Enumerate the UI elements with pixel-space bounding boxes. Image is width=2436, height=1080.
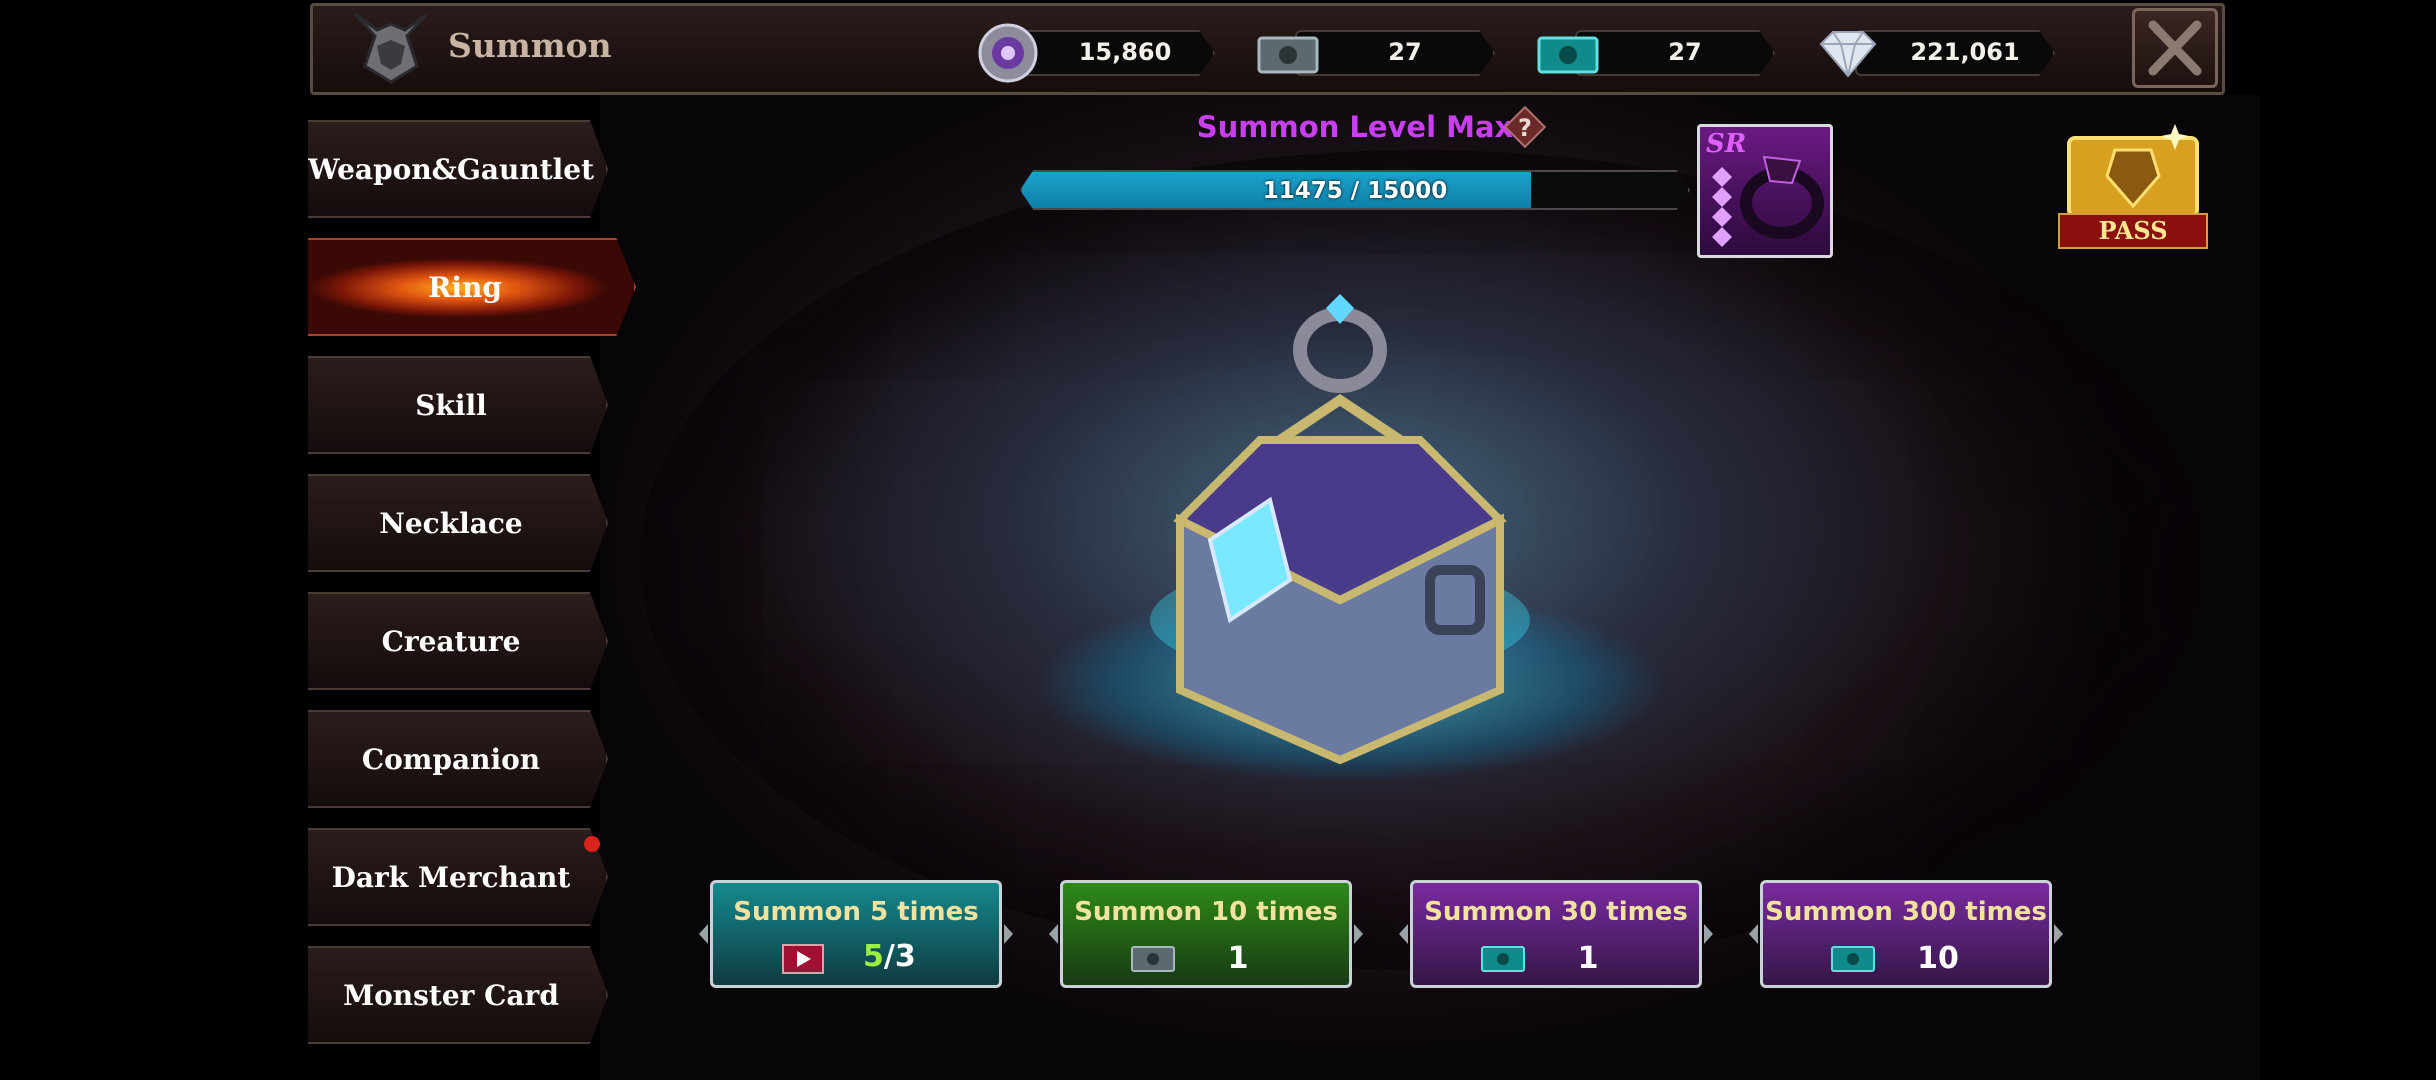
teal-ticket-icon	[1481, 946, 1525, 972]
summon-label: Summon 300 times	[1765, 897, 2047, 927]
summon-cost: 5/3	[713, 939, 999, 979]
ring-chest-icon	[1150, 294, 1530, 765]
sidebar-item-dark-merchant[interactable]: Dark Merchant	[308, 828, 608, 926]
sidebar-item-label: Creature	[381, 624, 521, 658]
summon-5-button[interactable]: Summon 5 times 5/3	[710, 880, 1002, 988]
sidebar-item-ring[interactable]: Ring	[308, 238, 636, 336]
summon-level-progress-bar: 11475 / 15000	[1020, 170, 1690, 210]
horned-helmet-icon	[353, 12, 429, 84]
sr-reward-preview[interactable]: SR	[1697, 124, 1833, 258]
sidebar-item-label: Skill	[415, 388, 487, 422]
sidebar-item-label: Companion	[361, 742, 541, 776]
summon-cost: 10	[1763, 939, 2049, 979]
summon-screen: Summon 15,860 27 27 221,061 Weapon&Gaunt…	[0, 0, 2436, 1080]
close-button[interactable]	[2132, 8, 2218, 88]
sidebar-item-label: Ring	[428, 270, 502, 304]
summon-cost-value: 1	[1227, 941, 1249, 976]
summon-label: Summon 5 times	[733, 897, 979, 927]
notification-dot	[584, 836, 600, 852]
sidebar-item-label: Dark Merchant	[331, 860, 571, 894]
pass-label: PASS	[2058, 213, 2208, 249]
sidebar-item-monster-card[interactable]: Monster Card	[308, 946, 608, 1044]
resource-value: 27	[1388, 38, 1422, 66]
summon-30-button[interactable]: Summon 30 times 1	[1410, 880, 1702, 988]
golden-ticket-icon	[2067, 124, 2199, 218]
sidebar-item-label: Monster Card	[343, 978, 559, 1012]
summon-cost: 1	[1063, 939, 1349, 979]
sidebar-item-creature[interactable]: Creature	[308, 592, 608, 690]
silver-ticket-icon	[1257, 36, 1319, 74]
summon-coin-icon	[978, 23, 1038, 83]
summon-cost-value: 1	[1577, 941, 1599, 976]
resource-value: 221,061	[1910, 38, 2020, 66]
summon-level-title: Summon Level Max	[1196, 110, 1514, 144]
silver-ticket-icon	[1131, 946, 1175, 972]
diamond-icon	[1819, 31, 1877, 78]
progress-text: 11475 / 15000	[1262, 178, 1448, 204]
summon-cost: 1	[1413, 939, 1699, 979]
summon-cost-value: 10	[1917, 941, 1959, 976]
summon-label: Summon 10 times	[1074, 897, 1338, 927]
summon-300-button[interactable]: Summon 300 times 10	[1760, 880, 2052, 988]
sidebar-item-label: Weapon&Gauntlet	[307, 152, 595, 186]
summon-10-button[interactable]: Summon 10 times 1	[1060, 880, 1352, 988]
resource-value: 15,860	[1078, 38, 1172, 66]
video-ad-icon	[782, 944, 824, 974]
page-title: Summon	[448, 26, 612, 65]
sidebar-item-skill[interactable]: Skill	[308, 356, 608, 454]
sidebar-item-label: Necklace	[379, 506, 523, 540]
sidebar-item-necklace[interactable]: Necklace	[308, 474, 608, 572]
help-icon[interactable]: ?	[1502, 104, 1548, 150]
reward-grade: SR	[1706, 129, 1747, 159]
resource-value: 27	[1668, 38, 1702, 66]
sidebar-item-weapon-gauntlet[interactable]: Weapon&Gauntlet	[308, 120, 608, 218]
teal-ticket-icon	[1831, 946, 1875, 972]
summon-label: Summon 30 times	[1424, 897, 1688, 927]
teal-ticket-icon	[1537, 36, 1599, 74]
svg-text:?: ?	[1518, 114, 1532, 142]
sidebar-item-companion[interactable]: Companion	[308, 710, 608, 808]
close-icon	[2148, 20, 2202, 76]
ad-summon-count: 5/3	[863, 939, 916, 974]
